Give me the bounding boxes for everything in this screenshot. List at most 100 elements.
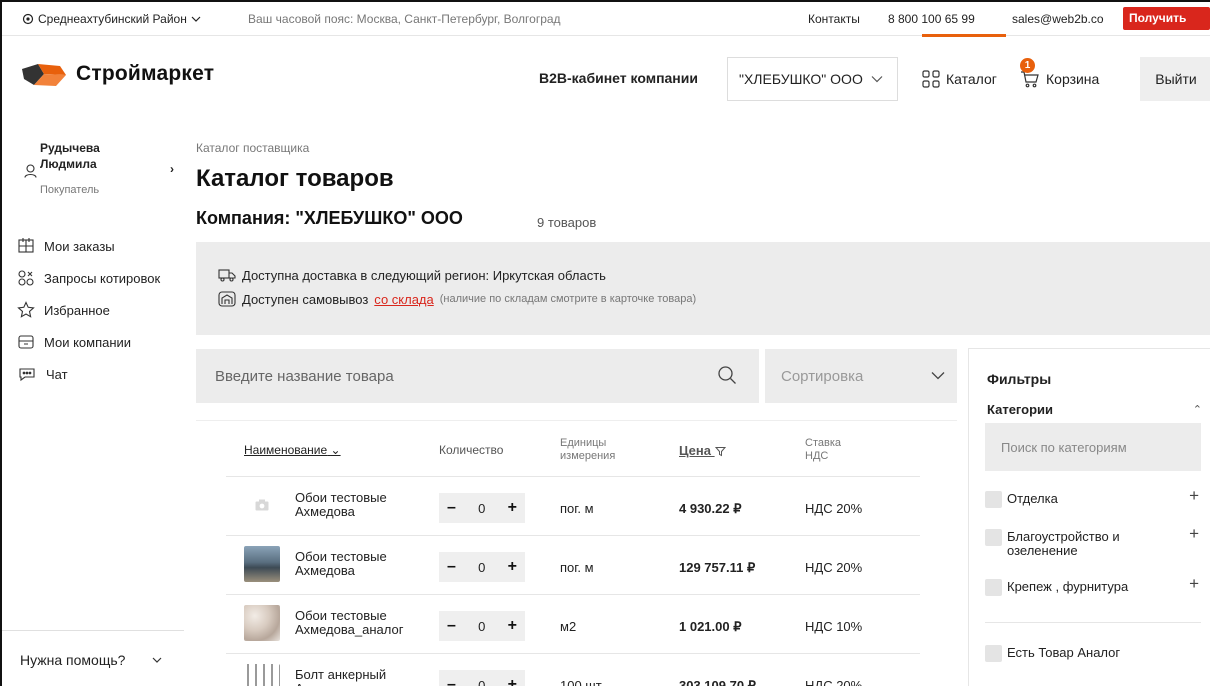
sidebar-item-label: Мои компании	[44, 334, 132, 350]
top-bar: Среднеахтубинский Район Ваш часовой пояс…	[2, 2, 1210, 48]
timezone-text: Ваш часовой пояс: Москва, Санкт-Петербур…	[248, 12, 561, 26]
table-row[interactable]: Обои тестовые Ахмедова – 0 + пог. м 129 …	[196, 536, 957, 594]
chevron-down-icon	[931, 372, 945, 380]
expand-icon[interactable]: +	[1189, 487, 1199, 504]
product-count: 9 товаров	[537, 215, 597, 230]
products-table: Наименование ⌄ Количество Единицы измере…	[196, 420, 957, 686]
product-photo-placeholder	[244, 487, 280, 523]
orders-icon	[18, 238, 34, 253]
category-label: Крепеж , фурнитура	[1007, 579, 1129, 594]
column-price-filter[interactable]: Цена	[679, 444, 726, 457]
sort-label: Сортировка	[781, 367, 864, 385]
product-vat: НДС 20%	[805, 560, 863, 575]
chevron-up-icon[interactable]: ⌃	[1193, 403, 1202, 416]
help-label: Нужна помощь?	[20, 651, 126, 668]
table-row[interactable]: Обои тестовые Ахмедова_аналог – 0 + м2 1…	[196, 595, 957, 653]
categories-title[interactable]: Категории	[987, 402, 1053, 417]
catalog-button[interactable]: Каталог	[922, 70, 997, 88]
user-role: Покупатель	[40, 184, 100, 196]
filters-panel: Фильтры Категории ⌃ Поиск по категориям …	[968, 348, 1210, 686]
b2b-cabinet-link[interactable]: B2B-кабинет компании	[539, 70, 698, 86]
contacts-link[interactable]: Контакты	[808, 12, 860, 26]
search-icon[interactable]	[717, 365, 737, 385]
warehouse-icon	[218, 291, 236, 307]
product-photo[interactable]	[244, 605, 280, 641]
increment-button[interactable]: +	[508, 617, 517, 635]
logout-button[interactable]: Выйти	[1140, 57, 1210, 101]
quantity-value[interactable]: 0	[478, 501, 485, 516]
decrement-button[interactable]: –	[447, 558, 456, 576]
cart-button[interactable]: 1 Корзина	[1020, 58, 1099, 88]
get-kp-button[interactable]: Получить КП	[1123, 7, 1210, 48]
decrement-button[interactable]: –	[447, 499, 456, 517]
quantity-value[interactable]: 0	[478, 560, 485, 575]
company-select-value: "ХЛЕБУШКО" ООО	[739, 71, 863, 87]
sidebar-item-quotes[interactable]: Запросы котировок	[17, 262, 160, 294]
product-vat: НДС 10%	[805, 619, 863, 634]
location-selector[interactable]: Среднеахтубинский Район	[22, 12, 201, 26]
breadcrumb[interactable]: Каталог поставщика	[196, 141, 309, 155]
search-placeholder: Введите название товара	[215, 367, 394, 385]
phone-link[interactable]: 8 800 100 65 99	[888, 12, 975, 26]
sidebar-item-companies[interactable]: Мои компании	[17, 326, 160, 358]
header: Строймаркет B2B-кабинет компании "ХЛЕБУШ…	[2, 37, 1210, 119]
email-link[interactable]: sales@web2b.co	[1012, 12, 1104, 26]
expand-icon[interactable]: +	[1189, 575, 1199, 592]
pickup-warehouse-link[interactable]: со склада	[374, 292, 433, 307]
increment-button[interactable]: +	[508, 558, 517, 576]
quantity-value[interactable]: 0	[478, 619, 485, 634]
user-icon	[24, 164, 37, 178]
product-unit: пог. м	[560, 560, 594, 575]
category-search-input[interactable]: Поиск по категориям	[985, 423, 1201, 471]
increment-button[interactable]: +	[508, 676, 517, 686]
quantity-stepper: – 0 +	[439, 493, 525, 523]
product-search-input[interactable]: Введите название товара	[196, 349, 759, 403]
star-icon	[17, 301, 35, 318]
analog-checkbox[interactable]	[985, 645, 1002, 662]
divider	[985, 622, 1201, 623]
camera-icon	[255, 499, 269, 511]
sidebar-item-label: Запросы котировок	[44, 270, 161, 286]
product-photo[interactable]	[244, 664, 280, 686]
location-label: Среднеахтубинский Район	[38, 12, 187, 26]
logo[interactable]: Строймаркет	[20, 61, 214, 87]
product-name[interactable]: Болт анкерный Ахмедова	[295, 668, 425, 686]
table-row[interactable]: Болт анкерный Ахмедова – 0 + 100 шт 303 …	[196, 654, 957, 686]
expand-icon[interactable]: +	[1189, 525, 1199, 542]
quantity-stepper: – 0 +	[439, 611, 525, 641]
sidebar-item-label: Чат	[46, 366, 68, 382]
user-name: Рудычева Людмила	[40, 141, 100, 171]
product-photo[interactable]	[244, 546, 280, 582]
column-name-sort[interactable]: Наименование ⌄	[244, 444, 341, 457]
category-checkbox[interactable]	[985, 579, 1002, 596]
product-unit: 100 шт	[560, 678, 602, 686]
delivery-info: Доступна доставка в следующий регион: Ир…	[196, 242, 1210, 335]
analog-label: Есть Товар Аналог	[1007, 645, 1121, 660]
company-icon	[18, 335, 34, 349]
decrement-button[interactable]: –	[447, 676, 456, 686]
increment-button[interactable]: +	[508, 499, 517, 517]
sidebar-item-orders[interactable]: Мои заказы	[17, 230, 160, 262]
category-search-placeholder: Поиск по категориям	[1001, 439, 1127, 455]
product-name[interactable]: Обои тестовые Ахмедова_аналог	[295, 609, 425, 637]
help-dropdown[interactable]: Нужна помощь?	[2, 630, 184, 686]
sidebar-item-chat[interactable]: Чат	[17, 358, 160, 390]
category-checkbox[interactable]	[985, 491, 1002, 508]
product-name[interactable]: Обои тестовые Ахмедова	[295, 491, 425, 519]
quantity-value[interactable]: 0	[478, 678, 485, 686]
pickup-row: Доступен самовывоз со склада (наличие по…	[218, 291, 696, 307]
sidebar-menu: Мои заказы Запросы котировок Избранное М…	[17, 230, 160, 390]
company-select[interactable]: "ХЛЕБУШКО" ООО	[727, 57, 898, 101]
quantity-stepper: – 0 +	[439, 552, 525, 582]
category-checkbox[interactable]	[985, 529, 1002, 546]
chevron-down-icon	[152, 657, 162, 663]
logo-icon	[22, 64, 66, 86]
decrement-button[interactable]: –	[447, 617, 456, 635]
table-row[interactable]: Обои тестовые Ахмедова – 0 + пог. м 4 93…	[196, 477, 957, 535]
sidebar-item-favorites[interactable]: Избранное	[17, 294, 160, 326]
chevron-down-icon	[191, 16, 201, 22]
column-unit: Единицы измерения	[560, 437, 616, 462]
sort-select[interactable]: Сортировка	[765, 349, 957, 403]
column-qty: Количество	[439, 443, 504, 457]
product-name[interactable]: Обои тестовые Ахмедова	[295, 550, 425, 578]
